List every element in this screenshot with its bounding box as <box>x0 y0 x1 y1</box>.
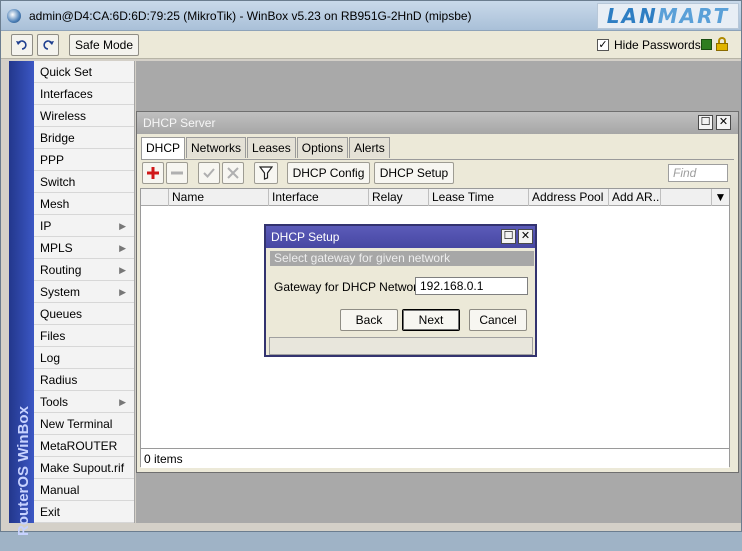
dhcp-setup-button[interactable]: DHCP Setup <box>374 162 454 184</box>
sidebar-item-new-terminal[interactable]: New Terminal <box>34 413 134 435</box>
maximize-icon: ☐ <box>700 116 711 128</box>
sidebar-item-ip[interactable]: IP ▶ <box>34 215 134 237</box>
add-icon <box>147 167 159 179</box>
tab-options[interactable]: Options <box>296 137 349 158</box>
redo-icon <box>43 40 54 50</box>
remove-icon <box>171 171 183 175</box>
sidebar-item-tools[interactable]: Tools ▶ <box>34 391 134 413</box>
sidebar-item-ppp[interactable]: PPP <box>34 149 134 171</box>
hide-passwords-label: Hide Passwords <box>614 38 701 52</box>
submenu-arrow-icon: ▶ <box>119 265 126 275</box>
title-bar: admin@D4:CA:6D:6D:79:25 (MikroTik) - Win… <box>1 1 741 31</box>
submenu-arrow-icon: ▶ <box>119 221 126 231</box>
gateway-field-label: Gateway for DHCP Network: <box>274 280 427 294</box>
column-header-lease-time[interactable]: Lease Time <box>429 189 529 206</box>
undo-button[interactable] <box>11 34 33 56</box>
column-header-spacer <box>661 189 711 206</box>
dhcp-server-title-bar[interactable]: DHCP Server ☐ ✕ <box>137 112 738 134</box>
dropdown-arrow-icon: ▼ <box>714 190 727 204</box>
sidebar-item-files[interactable]: Files <box>34 325 134 347</box>
dialog-close-button[interactable]: ✕ <box>518 229 533 244</box>
column-header-flags[interactable] <box>141 189 169 206</box>
lock-icon <box>716 37 728 51</box>
item-count-status: 0 items <box>141 448 729 468</box>
hide-passwords-toggle[interactable]: ✓ Hide Passwords <box>597 38 701 52</box>
hide-passwords-checkbox[interactable]: ✓ <box>597 39 609 51</box>
tab-dhcp[interactable]: DHCP <box>141 137 186 159</box>
tab-networks[interactable]: Networks <box>186 137 247 158</box>
table-header: Name Interface Relay Lease Time Address … <box>141 189 729 206</box>
sidebar-item-metarouter[interactable]: MetaROUTER <box>34 435 134 457</box>
redo-button[interactable] <box>37 34 59 56</box>
column-header-interface[interactable]: Interface <box>269 189 369 206</box>
sidebar-item-mesh[interactable]: Mesh <box>34 193 134 215</box>
sidebar-item-routing[interactable]: Routing ▶ <box>34 259 134 281</box>
undo-icon <box>16 40 27 50</box>
column-header-add-arp[interactable]: Add AR... <box>609 189 661 206</box>
dhcp-setup-dialog: DHCP Setup ☐ ✕ Select gateway for given … <box>264 224 537 357</box>
maximize-icon: ☐ <box>503 230 514 242</box>
disable-button[interactable] <box>222 162 244 184</box>
submenu-arrow-icon: ▶ <box>119 287 126 297</box>
sidebar-item-make-supout[interactable]: Make Supout.rif <box>34 457 134 479</box>
close-button[interactable]: ✕ <box>716 115 731 130</box>
dhcp-server-title: DHCP Server <box>143 116 216 130</box>
dhcp-tabs: DHCP Networks Leases Options Alerts <box>141 137 391 159</box>
routeros-winbox-label: RouterOS WinBox <box>15 406 32 536</box>
maximize-button[interactable]: ☐ <box>698 115 713 130</box>
sidebar-item-interfaces[interactable]: Interfaces <box>34 83 134 105</box>
cancel-button[interactable]: Cancel <box>469 309 527 331</box>
disable-x-icon <box>227 167 239 179</box>
sidebar-item-system[interactable]: System ▶ <box>34 281 134 303</box>
sidebar-item-switch[interactable]: Switch <box>34 171 134 193</box>
sidebar-item-wireless[interactable]: Wireless <box>34 105 134 127</box>
sidebar-menu: Quick Set Interfaces Wireless Bridge PPP… <box>34 61 135 523</box>
sidebar-item-mpls[interactable]: MPLS ▶ <box>34 237 134 259</box>
check-icon <box>203 168 215 178</box>
sidebar-item-log[interactable]: Log <box>34 347 134 369</box>
sidebar-item-bridge[interactable]: Bridge <box>34 127 134 149</box>
sidebar-item-manual[interactable]: Manual <box>34 479 134 501</box>
column-header-relay[interactable]: Relay <box>369 189 429 206</box>
close-icon: ✕ <box>718 116 729 128</box>
lanmart-logo: LANMART <box>597 3 739 29</box>
next-button[interactable]: Next <box>402 309 460 331</box>
winbox-app-icon <box>7 9 21 23</box>
tab-leases[interactable]: Leases <box>247 137 296 158</box>
column-menu-button[interactable]: ▼ <box>711 189 729 206</box>
dhcp-setup-title: DHCP Setup <box>271 230 340 244</box>
sidebar-item-quick-set[interactable]: Quick Set <box>34 61 134 83</box>
back-button[interactable]: Back <box>340 309 398 331</box>
tab-alerts[interactable]: Alerts <box>349 137 390 158</box>
winbox-window: admin@D4:CA:6D:6D:79:25 (MikroTik) - Win… <box>0 0 742 536</box>
add-button[interactable] <box>142 162 164 184</box>
sidebar-item-radius[interactable]: Radius <box>34 369 134 391</box>
submenu-arrow-icon: ▶ <box>119 397 126 407</box>
dhcp-config-button[interactable]: DHCP Config <box>287 162 370 184</box>
dialog-status-bar <box>269 337 533 355</box>
find-input[interactable]: Find <box>668 164 728 182</box>
close-icon: ✕ <box>520 230 531 242</box>
main-toolbar: Safe Mode ✓ Hide Passwords <box>1 31 741 59</box>
submenu-arrow-icon: ▶ <box>119 243 126 253</box>
dhcp-setup-title-bar[interactable]: DHCP Setup ☐ ✕ <box>266 226 535 248</box>
filter-icon <box>259 166 273 180</box>
column-header-name[interactable]: Name <box>169 189 269 206</box>
column-header-address-pool[interactable]: Address Pool <box>529 189 609 206</box>
safe-mode-button[interactable]: Safe Mode <box>69 34 139 56</box>
gateway-input[interactable]: 192.168.0.1 <box>415 277 528 295</box>
sidebar-item-queues[interactable]: Queues <box>34 303 134 325</box>
sidebar-item-exit[interactable]: Exit <box>34 501 134 523</box>
connection-status-indicator <box>701 39 712 50</box>
enable-button[interactable] <box>198 162 220 184</box>
remove-button[interactable] <box>166 162 188 184</box>
filter-button[interactable] <box>254 162 278 184</box>
dialog-maximize-button[interactable]: ☐ <box>501 229 516 244</box>
window-title: admin@D4:CA:6D:6D:79:25 (MikroTik) - Win… <box>29 9 472 23</box>
dialog-instruction: Select gateway for given network <box>270 251 534 266</box>
sidebar-brand-band: RouterOS WinBox <box>9 61 34 536</box>
